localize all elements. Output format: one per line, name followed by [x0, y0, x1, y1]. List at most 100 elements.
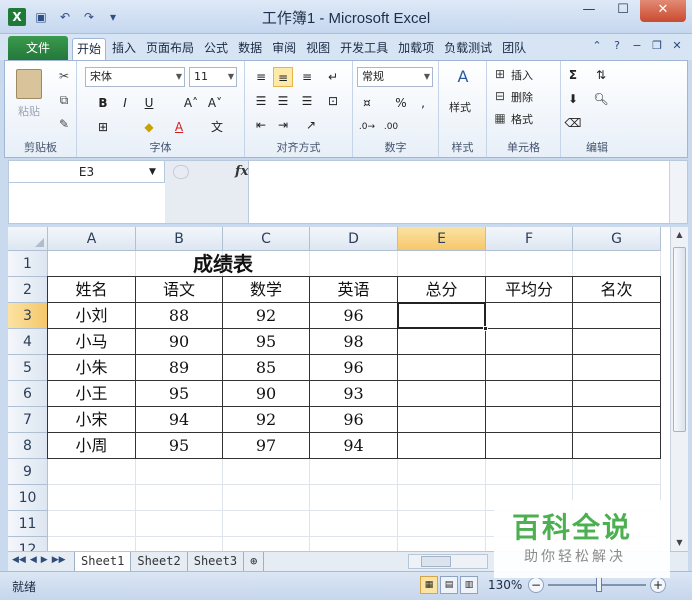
increase-font-icon[interactable]: A˄ — [181, 93, 201, 113]
fill-icon[interactable]: ⬇ — [563, 89, 583, 109]
styles-icon[interactable]: A — [451, 67, 475, 93]
cell-D8[interactable]: 94 — [310, 433, 398, 459]
cell-C11[interactable] — [223, 511, 310, 537]
delete-button[interactable]: 删除 — [511, 89, 533, 105]
horizontal-scroll-thumb[interactable] — [421, 556, 451, 567]
cell-C7[interactable]: 92 — [223, 407, 310, 433]
bold-button[interactable]: B — [93, 93, 113, 113]
increase-decimal-icon[interactable]: .0→ — [357, 117, 377, 137]
zoom-level[interactable]: 130% — [488, 578, 522, 592]
tab-6[interactable]: 视图 — [302, 38, 334, 60]
cell-E6[interactable] — [398, 381, 486, 407]
currency-icon[interactable]: ¤ — [357, 93, 377, 113]
fill-handle[interactable] — [483, 326, 488, 331]
doc-close-icon[interactable]: ✕ — [670, 39, 684, 52]
merge-center-icon[interactable]: ⊡ — [323, 91, 343, 111]
cell-B7[interactable]: 94 — [136, 407, 223, 433]
tab-3[interactable]: 公式 — [200, 38, 232, 60]
select-all-button[interactable] — [8, 227, 48, 251]
file-tab[interactable]: 文件 — [8, 36, 68, 60]
cell-A12[interactable] — [48, 537, 136, 551]
cell-E12[interactable] — [398, 537, 486, 551]
cell-G6[interactable] — [573, 381, 661, 407]
page-layout-view-icon[interactable]: ▤ — [440, 576, 458, 594]
wrap-text-icon[interactable]: ↵ — [323, 67, 343, 87]
formula-input[interactable] — [253, 161, 667, 223]
cell-D5[interactable]: 96 — [310, 355, 398, 381]
format-painter-icon[interactable]: ✎ — [55, 115, 73, 133]
vertical-scrollbar[interactable]: ▲ ▼ — [670, 227, 688, 551]
cell-B2[interactable]: 语文 — [136, 277, 223, 303]
cell-D2[interactable]: 英语 — [310, 277, 398, 303]
cell-C6[interactable]: 90 — [223, 381, 310, 407]
help-icon[interactable]: ? — [610, 39, 624, 52]
cell-F4[interactable] — [486, 329, 573, 355]
tab-1[interactable]: 插入 — [108, 38, 140, 60]
align-center-icon[interactable]: ☰ — [273, 91, 293, 111]
orientation-icon[interactable]: ↗ — [301, 115, 321, 135]
cell-F8[interactable] — [486, 433, 573, 459]
minimize-icon[interactable]: — — [572, 0, 606, 22]
clear-icon[interactable]: ⌫ — [563, 113, 583, 133]
row-header-4[interactable]: 4 — [8, 329, 48, 355]
cell-D3[interactable]: 96 — [310, 303, 398, 329]
cell-D7[interactable]: 96 — [310, 407, 398, 433]
formula-cancel-icon[interactable] — [173, 165, 189, 179]
row-header-7[interactable]: 7 — [8, 407, 48, 433]
zoom-out-icon[interactable]: − — [528, 577, 544, 593]
italic-button[interactable]: I — [115, 93, 135, 113]
fill-color-icon[interactable]: ◆ — [139, 117, 159, 137]
cell-E7[interactable] — [398, 407, 486, 433]
cell-C4[interactable]: 95 — [223, 329, 310, 355]
zoom-in-icon[interactable]: + — [650, 577, 666, 593]
close-icon[interactable]: ✕ — [640, 0, 686, 22]
align-bottom-icon[interactable]: ≡ — [297, 67, 317, 87]
cell-A2[interactable]: 姓名 — [48, 277, 136, 303]
autosum-button[interactable]: Σ — [563, 65, 583, 85]
underline-button[interactable]: U — [139, 93, 159, 113]
cell-B6[interactable]: 95 — [136, 381, 223, 407]
cell-B10[interactable] — [136, 485, 223, 511]
cell-E10[interactable] — [398, 485, 486, 511]
cell-C8[interactable]: 97 — [223, 433, 310, 459]
column-header-B[interactable]: B — [136, 227, 223, 251]
row-header-5[interactable]: 5 — [8, 355, 48, 381]
cell-B8[interactable]: 95 — [136, 433, 223, 459]
cell-A6[interactable]: 小王 — [48, 381, 136, 407]
format-button[interactable]: 格式 — [511, 111, 533, 127]
number-format-select[interactable]: 常规 ▼ — [357, 67, 433, 87]
cell-F5[interactable] — [486, 355, 573, 381]
cell-F9[interactable] — [486, 459, 573, 485]
cell-E1[interactable] — [398, 251, 486, 277]
cell-E8[interactable] — [398, 433, 486, 459]
increase-indent-icon[interactable]: ⇥ — [273, 115, 293, 135]
column-header-C[interactable]: C — [223, 227, 310, 251]
cell-C9[interactable] — [223, 459, 310, 485]
cell-F3[interactable] — [486, 303, 573, 329]
cell-G9[interactable] — [573, 459, 661, 485]
cell-A4[interactable]: 小马 — [48, 329, 136, 355]
insert-function-button[interactable]: fx — [235, 164, 248, 179]
row-header-2[interactable]: 2 — [8, 277, 48, 303]
maximize-icon[interactable]: ☐ — [606, 0, 640, 22]
cell-A5[interactable]: 小朱 — [48, 355, 136, 381]
cell-B3[interactable]: 88 — [136, 303, 223, 329]
row-header-9[interactable]: 9 — [8, 459, 48, 485]
row-header-6[interactable]: 6 — [8, 381, 48, 407]
cell-A3[interactable]: 小刘 — [48, 303, 136, 329]
name-box-dropdown-icon[interactable]: ▼ — [149, 161, 156, 183]
tab-4[interactable]: 数据 — [234, 38, 266, 60]
row-header-10[interactable]: 10 — [8, 485, 48, 511]
row-header-3[interactable]: 3 — [8, 303, 48, 329]
cell-D9[interactable] — [310, 459, 398, 485]
cell-A7[interactable]: 小宋 — [48, 407, 136, 433]
tab-5[interactable]: 审阅 — [268, 38, 300, 60]
cut-icon[interactable]: ✂ — [55, 67, 73, 85]
cell-A11[interactable] — [48, 511, 136, 537]
decrease-decimal-icon[interactable]: .00 — [381, 117, 401, 137]
tab-2[interactable]: 页面布局 — [142, 38, 198, 60]
find-select-icon[interactable]: 🔍︎ — [591, 89, 611, 109]
font-name-select[interactable]: 宋体 ▼ — [85, 67, 185, 87]
cell-B5[interactable]: 89 — [136, 355, 223, 381]
cell-C5[interactable]: 85 — [223, 355, 310, 381]
